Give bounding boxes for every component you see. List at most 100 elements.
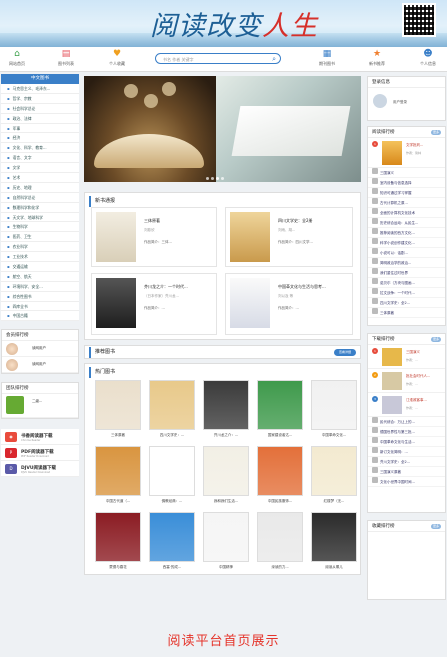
hot-book-title[interactable]: 中国古代道（... xyxy=(91,499,145,504)
category-item[interactable]: 医药、卫生 xyxy=(1,232,79,243)
more-button[interactable]: 查看详细 xyxy=(334,349,356,356)
rank-list-item[interactable]: 小说可以：话剧... xyxy=(368,248,445,258)
hot-book-title[interactable]: 深读的力... xyxy=(253,565,307,570)
hot-book-cover[interactable] xyxy=(311,380,357,430)
rank-list-item[interactable]: 拉文战争：一个时代... xyxy=(368,288,445,298)
new-book-card[interactable]: 芥川龙之介：一个时代... （日本作家）芥川龙... 作品简介：... xyxy=(91,273,217,335)
nav-user-info[interactable]: ☻ 个人信息 xyxy=(411,49,445,67)
hot-book-cover[interactable] xyxy=(311,446,357,496)
login-link[interactable]: 用户登录 xyxy=(393,100,407,105)
hot-book-cover[interactable] xyxy=(203,512,249,562)
category-item[interactable]: 自然科学总论 xyxy=(1,193,79,203)
rank-list-item[interactable]: 我们重住过时世界 xyxy=(368,268,445,278)
hot-book-cover[interactable] xyxy=(203,380,249,430)
category-item[interactable]: 文化、科学、教育... xyxy=(1,143,79,154)
download-rank-feature[interactable]: 2 批社会时代人... 作者：... xyxy=(368,369,445,393)
category-item[interactable]: 工业技术 xyxy=(1,252,79,263)
reading-rank-feature[interactable]: 1 文学批判... 作者：简林 xyxy=(368,138,445,168)
carousel-dots[interactable] xyxy=(206,176,236,180)
category-item[interactable]: 艺术 xyxy=(1,173,79,183)
new-book-card[interactable]: 四川文学史：全2册 刘雨、胡... 作品简介：四川文学... xyxy=(225,207,353,267)
hot-book-cover[interactable] xyxy=(95,446,141,496)
rank-list-item[interactable]: 三国演义 xyxy=(368,168,445,178)
rank-list-item[interactable]: 室内设备与信息选择 xyxy=(368,178,445,188)
rank-list-item[interactable]: 科学小说创作建文化... xyxy=(368,238,445,248)
rank-list-item[interactable]: 简明政治学的政治... xyxy=(368,258,445,268)
hot-book-cover[interactable] xyxy=(257,380,303,430)
new-book-card[interactable]: 三体原著 刘慈欣 作品简介：三体... xyxy=(91,207,217,267)
hot-book-title[interactable]: 三体原著 xyxy=(91,433,145,438)
rank-list-item[interactable]: 知识可通过学习掌握 xyxy=(368,188,445,198)
hot-book-title[interactable]: 红楼梦（无... xyxy=(307,499,361,504)
category-item[interactable]: 中国古籍 xyxy=(1,311,79,322)
hot-book-title[interactable]: 我和我们生活... xyxy=(199,499,253,504)
hot-book-title[interactable]: 中国民族服饰... xyxy=(253,499,307,504)
download-rank-feature[interactable]: 3 江淮政客事... 作者：... xyxy=(368,393,445,417)
rank-list-item[interactable]: 三体原著 xyxy=(368,308,445,318)
hot-book-cover[interactable] xyxy=(257,446,303,496)
more-button[interactable]: 更多 xyxy=(431,130,441,135)
hot-book-title[interactable]: 芥川龙之介：... xyxy=(199,433,253,438)
rank-list-item[interactable]: 文化小世界中国时间... xyxy=(368,477,445,487)
hot-book-cover[interactable] xyxy=(203,446,249,496)
hot-book-cover[interactable] xyxy=(311,512,357,562)
hot-book-cover[interactable] xyxy=(149,446,195,496)
category-item[interactable]: 文学 xyxy=(1,163,79,174)
category-item[interactable]: 历史、地理 xyxy=(1,183,79,193)
category-item[interactable]: 航空、航天 xyxy=(1,272,79,282)
category-item[interactable]: 数理科学和化学 xyxy=(1,203,79,213)
hot-book-title[interactable]: 中国革命文化... xyxy=(307,433,361,438)
rank-list-item[interactable]: 历史综合运动：从民生... xyxy=(368,218,445,228)
nav-journals[interactable]: ▦ 期刊图书 xyxy=(310,49,344,67)
rank-list-item[interactable]: 德国世界性与第三批... xyxy=(368,427,445,437)
rank-list-item[interactable]: 推荐阅读的西方文化... xyxy=(368,228,445,238)
hot-book-title[interactable]: 阅读从哪儿 xyxy=(307,565,361,570)
category-item[interactable]: 军事 xyxy=(1,124,79,134)
hot-book-title[interactable]: 蒙德与春花 xyxy=(91,565,145,570)
category-item[interactable]: 环境科学、安全... xyxy=(1,282,79,292)
category-item[interactable]: 语言、文字 xyxy=(1,153,79,164)
nav-book-list[interactable]: ▤ 图书列表 xyxy=(49,49,83,67)
rank-list-item[interactable]: 中国革命文化与生活... xyxy=(368,437,445,447)
more-button[interactable]: 更多 xyxy=(431,524,441,529)
nav-favorites[interactable]: ♥ 个人收藏 xyxy=(100,49,134,67)
hero-carousel[interactable] xyxy=(84,76,361,182)
team-rank-row[interactable]: 二级... xyxy=(2,394,78,419)
hot-book-title[interactable]: 国家建设者达... xyxy=(253,433,307,438)
category-item[interactable]: 生物科学 xyxy=(1,222,79,233)
rank-list-item[interactable]: 全面的计算机文化技术 xyxy=(368,208,445,218)
new-book-card[interactable]: 中国革文化与生活与思考... 刘以及 等作品简介：... xyxy=(225,273,353,335)
more-button[interactable]: 更多 xyxy=(431,337,441,342)
hot-book-title[interactable]: 西塞·的成... xyxy=(145,565,199,570)
hot-book-cover[interactable] xyxy=(149,380,195,430)
hot-book-cover[interactable] xyxy=(149,512,195,562)
category-item[interactable]: 政治、法律 xyxy=(1,114,79,124)
search-icon[interactable]: ⌕ xyxy=(272,55,276,64)
category-item[interactable]: 农业科学 xyxy=(1,242,79,253)
category-item[interactable]: 哲学、宗教 xyxy=(1,94,79,104)
rank-list-item[interactable]: 三国演义原著 xyxy=(368,467,445,477)
member-rank-row[interactable]: 读网用户 xyxy=(2,357,78,374)
reader-download-chrome[interactable]: ◉ 书香阅读器下载 Chrome Reader xyxy=(1,429,79,446)
search-input[interactable]: 书名 作者 关键字 ⌕ xyxy=(155,53,281,64)
download-rank-feature[interactable]: 1 三国演义 作者：... xyxy=(368,345,445,369)
hot-book-cover[interactable] xyxy=(95,380,141,430)
category-item[interactable]: 天文学、地球科学 xyxy=(1,213,79,223)
rank-list-item[interactable]: 新订文化简明：... xyxy=(368,447,445,457)
reader-download-pdf[interactable]: P PDF阅读器下载 PDF Reader Download xyxy=(1,445,79,462)
rank-list-item[interactable]: 四川文学史：全2... xyxy=(368,298,445,308)
hot-book-cover[interactable] xyxy=(257,512,303,562)
nav-new-books[interactable]: ★ 新书推荐 xyxy=(360,49,394,67)
category-item[interactable]: 四库全书 xyxy=(1,302,79,312)
member-rank-row[interactable]: 读网用户 xyxy=(2,341,78,358)
category-item[interactable]: 经济 xyxy=(1,133,79,144)
reader-download-djvu[interactable]: D DJVU阅读器下载 DJVU Reader Download xyxy=(1,461,79,478)
nav-home[interactable]: ⌂ 网站首页 xyxy=(0,49,34,67)
rank-list-item[interactable]: 芥川文学史：全2... xyxy=(368,457,445,467)
hot-book-title[interactable]: 中国精神 xyxy=(199,565,253,570)
hot-book-title[interactable]: 佛教经典：... xyxy=(145,499,199,504)
category-item[interactable]: 马克思主义、毛泽东... xyxy=(1,84,79,94)
hot-book-title[interactable]: 四川文学史：... xyxy=(145,433,199,438)
rank-list-item[interactable]: 民代综合：万让上的... xyxy=(368,417,445,427)
rank-list-item[interactable]: 古代计算机之原... xyxy=(368,198,445,208)
